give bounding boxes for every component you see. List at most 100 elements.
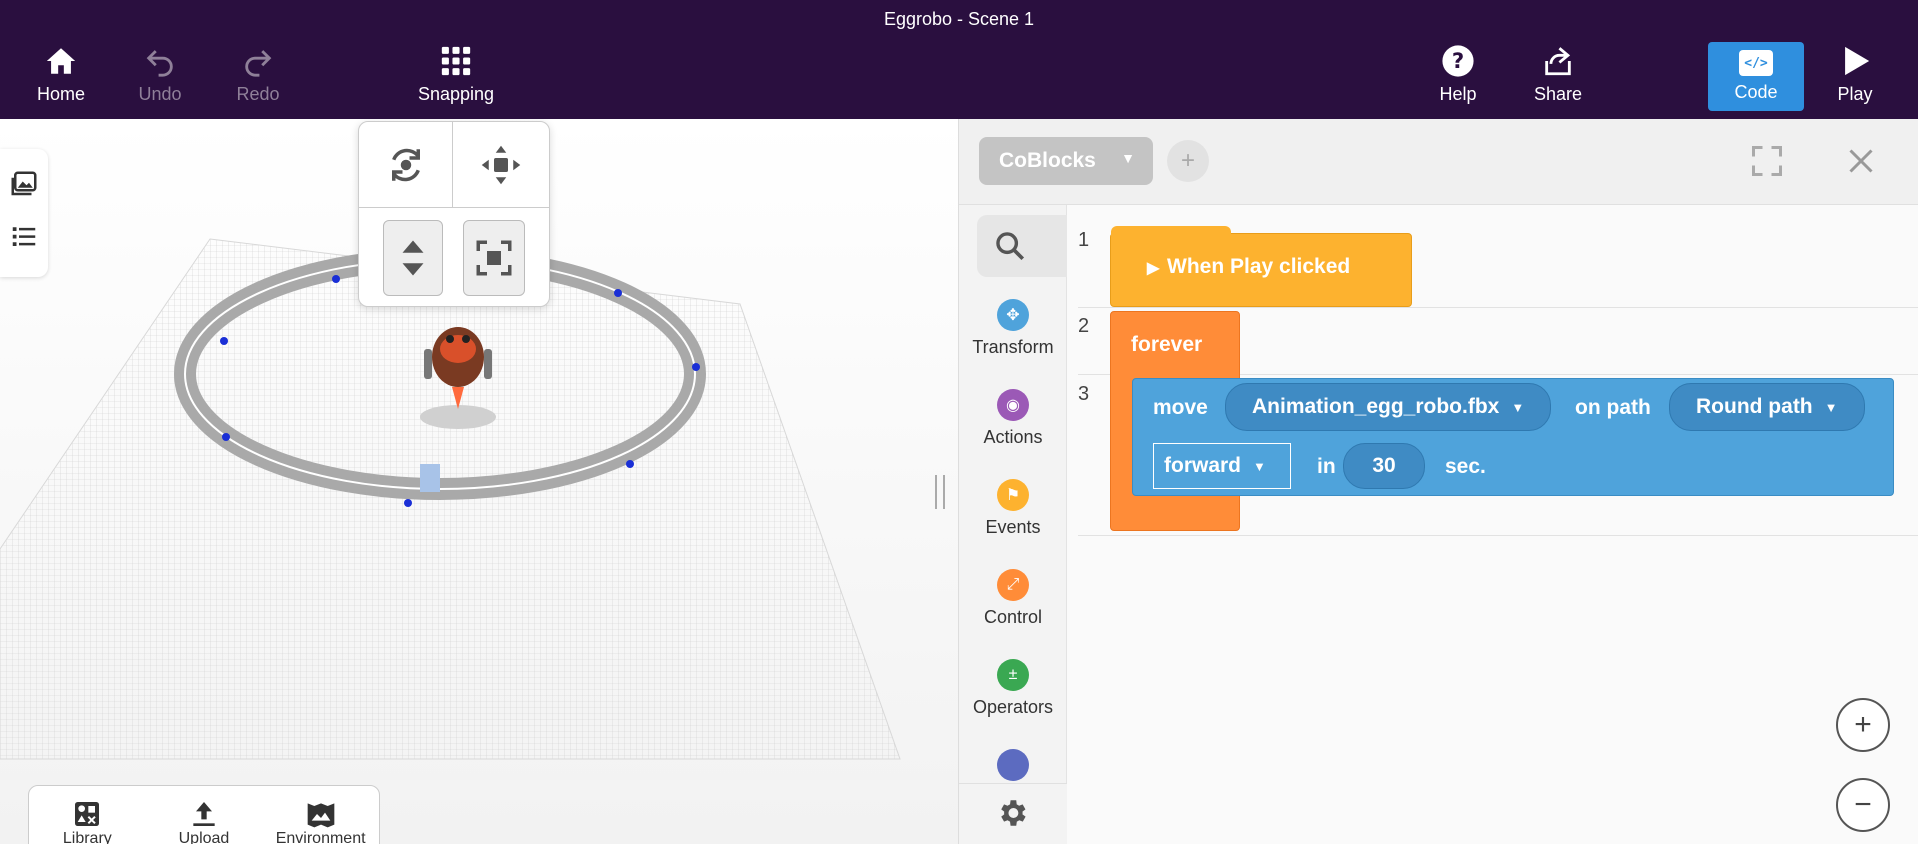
upload-label: Upload <box>178 830 230 844</box>
chevron-down-icon: ▼ <box>1824 399 1838 415</box>
rotate-icon <box>391 148 420 181</box>
coblocks-tab-select[interactable]: CoBlocks ▼ <box>979 137 1153 185</box>
category-more[interactable] <box>959 749 1066 787</box>
asset-tray: Library Upload Environment <box>28 785 380 844</box>
category-actions[interactable]: ◉ Actions <box>959 389 1066 448</box>
duration-value: 30 <box>1372 454 1396 477</box>
move-arrows-icon <box>481 145 521 184</box>
library-icon <box>75 802 100 826</box>
line-number: 3 <box>1078 383 1090 405</box>
app-title: Eggrobo - Scene 1 <box>883 9 1035 29</box>
svg-text:?: ? <box>1452 49 1464 74</box>
move-on-path-block[interactable]: move Animation_egg_robo.fbx ▼ on path Ro… <box>1132 378 1894 496</box>
close-icon[interactable] <box>1843 143 1879 179</box>
duration-input[interactable]: 30 <box>1343 443 1425 489</box>
fullscreen-icon[interactable] <box>1749 143 1785 179</box>
category-label: Actions <box>983 427 1043 447</box>
snapping-label: Snapping <box>417 84 495 104</box>
redo-icon <box>245 50 272 77</box>
up-down-icon <box>402 240 424 276</box>
code-panel-header: CoBlocks ▼ + <box>959 119 1918 205</box>
block-search[interactable] <box>977 215 1067 277</box>
panel-resize-handle[interactable] <box>935 475 945 509</box>
flag-icon: ⚑ <box>997 479 1029 511</box>
play-triangle-icon: ▶ <box>1147 260 1160 277</box>
forever-label: forever <box>1131 333 1203 356</box>
category-transform[interactable]: ✥ Transform <box>959 299 1066 358</box>
scale-tool[interactable] <box>463 220 525 296</box>
share-button[interactable]: Share <box>1508 44 1608 105</box>
environment-label: Environment <box>275 830 366 844</box>
settings-button[interactable] <box>959 783 1067 844</box>
upload-icon <box>193 802 215 826</box>
direction-dropdown[interactable]: forward ▼ <box>1153 443 1291 489</box>
category-control[interactable]: ⤢ Control <box>959 569 1066 628</box>
top-toolbar: Eggrobo - Scene 1 Home Undo Redo Snappin… <box>0 0 1918 119</box>
redo-button[interactable]: Redo <box>208 44 308 105</box>
redo-label: Redo <box>236 84 280 104</box>
grid-icon <box>441 46 471 76</box>
play-icon <box>1845 46 1870 76</box>
category-operators[interactable]: ± Operators <box>959 659 1066 718</box>
move-tool[interactable] <box>453 122 549 208</box>
list-icon[interactable] <box>9 221 39 251</box>
direction-value: forward <box>1164 454 1242 477</box>
category-events[interactable]: ⚑ Events <box>959 479 1066 538</box>
share-label: Share <box>1533 84 1583 104</box>
transform-gizmo <box>358 121 550 307</box>
block-categories: ✥ Transform ◉ Actions ⚑ Events ⤢ Control… <box>959 205 1067 844</box>
category-label: Events <box>985 517 1041 537</box>
help-icon: ? <box>1442 45 1474 77</box>
rotate-tool[interactable] <box>359 122 453 208</box>
home-icon <box>46 48 76 74</box>
zoom-out-button[interactable]: − <box>1836 778 1890 832</box>
snapping-button[interactable]: Snapping <box>406 44 506 105</box>
share-icon <box>1545 47 1571 76</box>
line-separator <box>1078 307 1918 308</box>
home-button[interactable]: Home <box>11 44 111 105</box>
undo-label: Undo <box>138 84 182 104</box>
path-dropdown[interactable]: Round path ▼ <box>1669 383 1865 431</box>
gallery-icon[interactable] <box>9 169 39 199</box>
transform-icon: ✥ <box>997 299 1029 331</box>
code-icon: </> <box>1739 50 1773 76</box>
add-tab-button[interactable]: + <box>1167 140 1209 182</box>
home-label: Home <box>36 84 85 104</box>
category-label: Operators <box>972 697 1054 717</box>
line-number: 1 <box>1078 229 1090 251</box>
library-label: Library <box>62 830 112 844</box>
chevron-down-icon: ▼ <box>1121 150 1135 166</box>
eye-icon: ◉ <box>997 389 1029 421</box>
code-button[interactable]: </> Code <box>1708 42 1804 111</box>
upload-button[interactable]: Upload <box>159 798 249 844</box>
environment-button[interactable]: Environment <box>276 798 366 844</box>
object-value: Animation_egg_robo.fbx <box>1252 395 1500 418</box>
in-label: in <box>1317 455 1336 478</box>
play-button[interactable]: Play <box>1805 44 1905 105</box>
help-label: Help <box>1439 84 1477 104</box>
scene-viewport[interactable]: Library Upload Environment <box>0 119 958 844</box>
search-icon <box>996 232 1025 261</box>
code-editor[interactable]: 1 2 3 ▶ When Play clicked forever move A… <box>1066 205 1918 844</box>
path-marker[interactable] <box>420 464 440 492</box>
coblocks-tab-label: CoBlocks <box>999 149 1096 172</box>
box-icon <box>997 749 1029 781</box>
library-button[interactable]: Library <box>42 798 132 844</box>
undo-button[interactable]: Undo <box>110 44 210 105</box>
line-number: 2 <box>1078 315 1090 337</box>
operators-icon: ± <box>997 659 1029 691</box>
vertical-move-tool[interactable] <box>383 220 443 296</box>
path-value: Round path <box>1696 395 1813 418</box>
category-label: Control <box>983 607 1043 627</box>
chevron-down-icon: ▼ <box>1511 399 1525 415</box>
move-label: move <box>1153 396 1208 419</box>
when-play-clicked-block[interactable]: ▶ When Play clicked <box>1110 226 1412 307</box>
environment-icon <box>307 803 334 828</box>
zoom-in-button[interactable]: + <box>1836 698 1890 752</box>
code-label: Code <box>1734 82 1778 102</box>
help-button[interactable]: ? Help <box>1408 44 1508 105</box>
seconds-label: sec. <box>1445 455 1486 478</box>
object-dropdown[interactable]: Animation_egg_robo.fbx ▼ <box>1225 383 1552 431</box>
scene-side-tools <box>0 149 48 277</box>
branch-icon: ⤢ <box>997 569 1029 601</box>
